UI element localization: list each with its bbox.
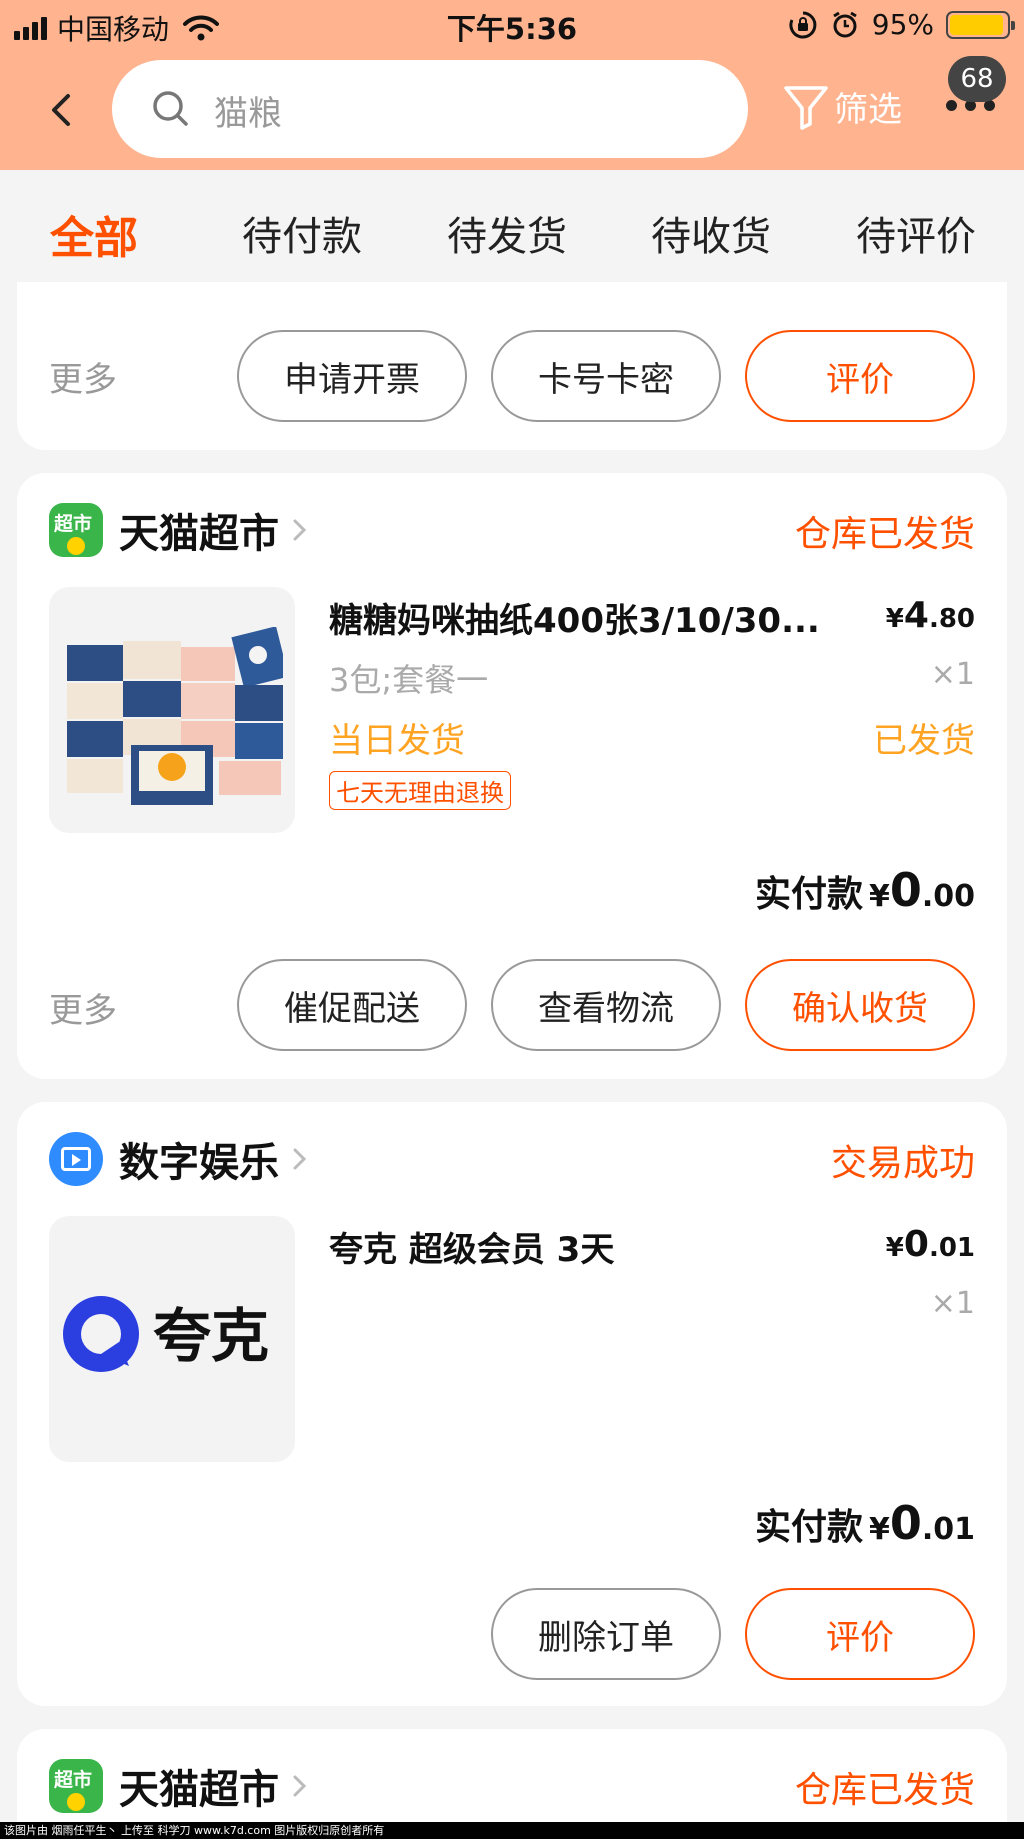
order-tabs: 全部 待付款 待发货 待收货 待评价 — [0, 170, 1024, 282]
more-link[interactable]: 更多 — [49, 352, 117, 401]
more-link[interactable]: 更多 — [49, 983, 117, 1032]
review-button[interactable]: 评价 — [745, 1588, 975, 1680]
price-decimal: .80 — [928, 604, 975, 634]
same-day-shipping-tag: 当日发货 — [329, 721, 465, 761]
paid-amount: 实付款 ¥0.00 — [755, 863, 975, 917]
tmall-supermarket-icon: 超市 — [49, 503, 103, 557]
product-image-quark[interactable]: 夸克 — [49, 1216, 295, 1462]
paid-decimal: .00 — [921, 879, 975, 914]
shop-name: 天猫超市 — [119, 511, 279, 557]
quark-logo-text: 夸克 — [153, 1302, 269, 1370]
shop-header[interactable]: 数字娱乐 — [49, 1130, 311, 1188]
tab-pending-receipt[interactable]: 待收货 — [651, 204, 771, 262]
order-status: 仓库已发货 — [794, 514, 975, 555]
price-integer: 4 — [903, 595, 929, 636]
order-card-digital: 数字娱乐 交易成功 夸克 夸克 超级会员 3天 ¥0.01 ×1 实付款 ¥0.0… — [17, 1102, 1007, 1706]
watermark-footer: 该图片由 烟雨任平生丶 上传至 科学刀 www.k7d.com 图片版权归原创者… — [0, 1822, 1024, 1839]
paid-currency: ¥ — [868, 1512, 890, 1547]
tab-pending-review[interactable]: 待评价 — [856, 204, 976, 262]
digital-entertainment-icon — [49, 1132, 103, 1186]
product-sku: 3包;套餐一 — [329, 661, 489, 699]
tissue-pack-image — [67, 627, 283, 805]
tab-pending-shipment[interactable]: 待发货 — [447, 204, 567, 262]
price-currency: ¥ — [885, 604, 904, 634]
seven-day-return-tag: 七天无理由退换 — [329, 771, 511, 810]
delete-order-button[interactable]: 删除订单 — [491, 1588, 721, 1680]
price-decimal: .01 — [928, 1233, 975, 1263]
back-arrow-icon[interactable] — [40, 88, 84, 132]
rotation-lock-icon — [789, 11, 817, 38]
filter-label: 筛选 — [834, 89, 902, 130]
tab-pending-payment[interactable]: 待付款 — [242, 204, 362, 262]
product-title[interactable]: 夸克 超级会员 3天 — [329, 1222, 809, 1271]
shop-name: 天猫超市 — [119, 1767, 279, 1813]
review-button[interactable]: 评价 — [745, 330, 975, 422]
status-bar: 中国移动 下午5:36 95% — [0, 0, 1024, 52]
status-right: 95% — [788, 8, 1015, 41]
paid-decimal: .01 — [921, 1512, 975, 1547]
product-quantity: ×1 — [930, 1286, 975, 1321]
unit-price: ¥0.01 — [886, 1224, 975, 1265]
chevron-right-icon — [293, 519, 307, 541]
view-logistics-button[interactable]: 查看物流 — [491, 959, 721, 1051]
paid-label: 实付款 — [754, 874, 863, 915]
alarm-icon — [832, 11, 857, 37]
tab-all[interactable]: 全部 — [50, 202, 138, 266]
search-input[interactable]: 猫粮 — [214, 86, 282, 135]
battery-percent: 95% — [871, 8, 934, 41]
filter-icon — [784, 86, 828, 130]
product-image-tissue[interactable] — [49, 587, 295, 833]
quark-logo: 夸克 — [63, 1296, 269, 1372]
paid-integer: 0 — [889, 863, 922, 917]
order-status: 仓库已发货 — [794, 1770, 975, 1811]
shop-header[interactable]: 超市 天猫超市 — [49, 1757, 311, 1815]
top-header: 中国移动 下午5:36 95% 猫粮 筛选 68 — [0, 0, 1024, 170]
product-quantity: ×1 — [930, 657, 975, 692]
paid-label: 实付款 — [754, 1507, 863, 1548]
message-badge: 68 — [948, 56, 1006, 102]
chevron-right-icon — [293, 1775, 307, 1797]
price-integer: 0 — [903, 1224, 929, 1265]
confirm-receipt-button[interactable]: 确认收货 — [745, 959, 975, 1051]
order-card-partial: 更多 申请开票 卡号卡密 评价 — [17, 282, 1007, 450]
price-currency: ¥ — [885, 1233, 904, 1263]
shipped-status: 已发货 — [873, 721, 975, 761]
shop-name: 数字娱乐 — [119, 1140, 279, 1186]
search-bar[interactable]: 猫粮 — [112, 60, 748, 158]
filter-button[interactable]: 筛选 — [782, 80, 902, 132]
search-icon — [153, 91, 188, 126]
paid-amount: 实付款 ¥0.01 — [755, 1496, 975, 1550]
urge-delivery-button[interactable]: 催促配送 — [237, 959, 467, 1051]
product-title[interactable]: 糖糖妈咪抽纸400张3/10/30... — [329, 593, 889, 642]
card-code-button[interactable]: 卡号卡密 — [491, 330, 721, 422]
battery-fill — [950, 14, 1004, 35]
battery-icon — [946, 10, 1015, 39]
paid-currency: ¥ — [868, 879, 890, 914]
chevron-right-icon — [293, 1148, 307, 1170]
paid-integer: 0 — [889, 1496, 922, 1550]
tmall-supermarket-icon: 超市 — [49, 1759, 103, 1813]
order-status: 交易成功 — [830, 1143, 975, 1184]
unit-price: ¥4.80 — [886, 595, 975, 636]
request-invoice-button[interactable]: 申请开票 — [237, 330, 467, 422]
shop-header[interactable]: 超市 天猫超市 — [49, 501, 311, 559]
order-card-tmall: 超市 天猫超市 仓库已发货 糖糖妈咪抽纸400张3/10/30... ¥4.80… — [17, 473, 1007, 1079]
